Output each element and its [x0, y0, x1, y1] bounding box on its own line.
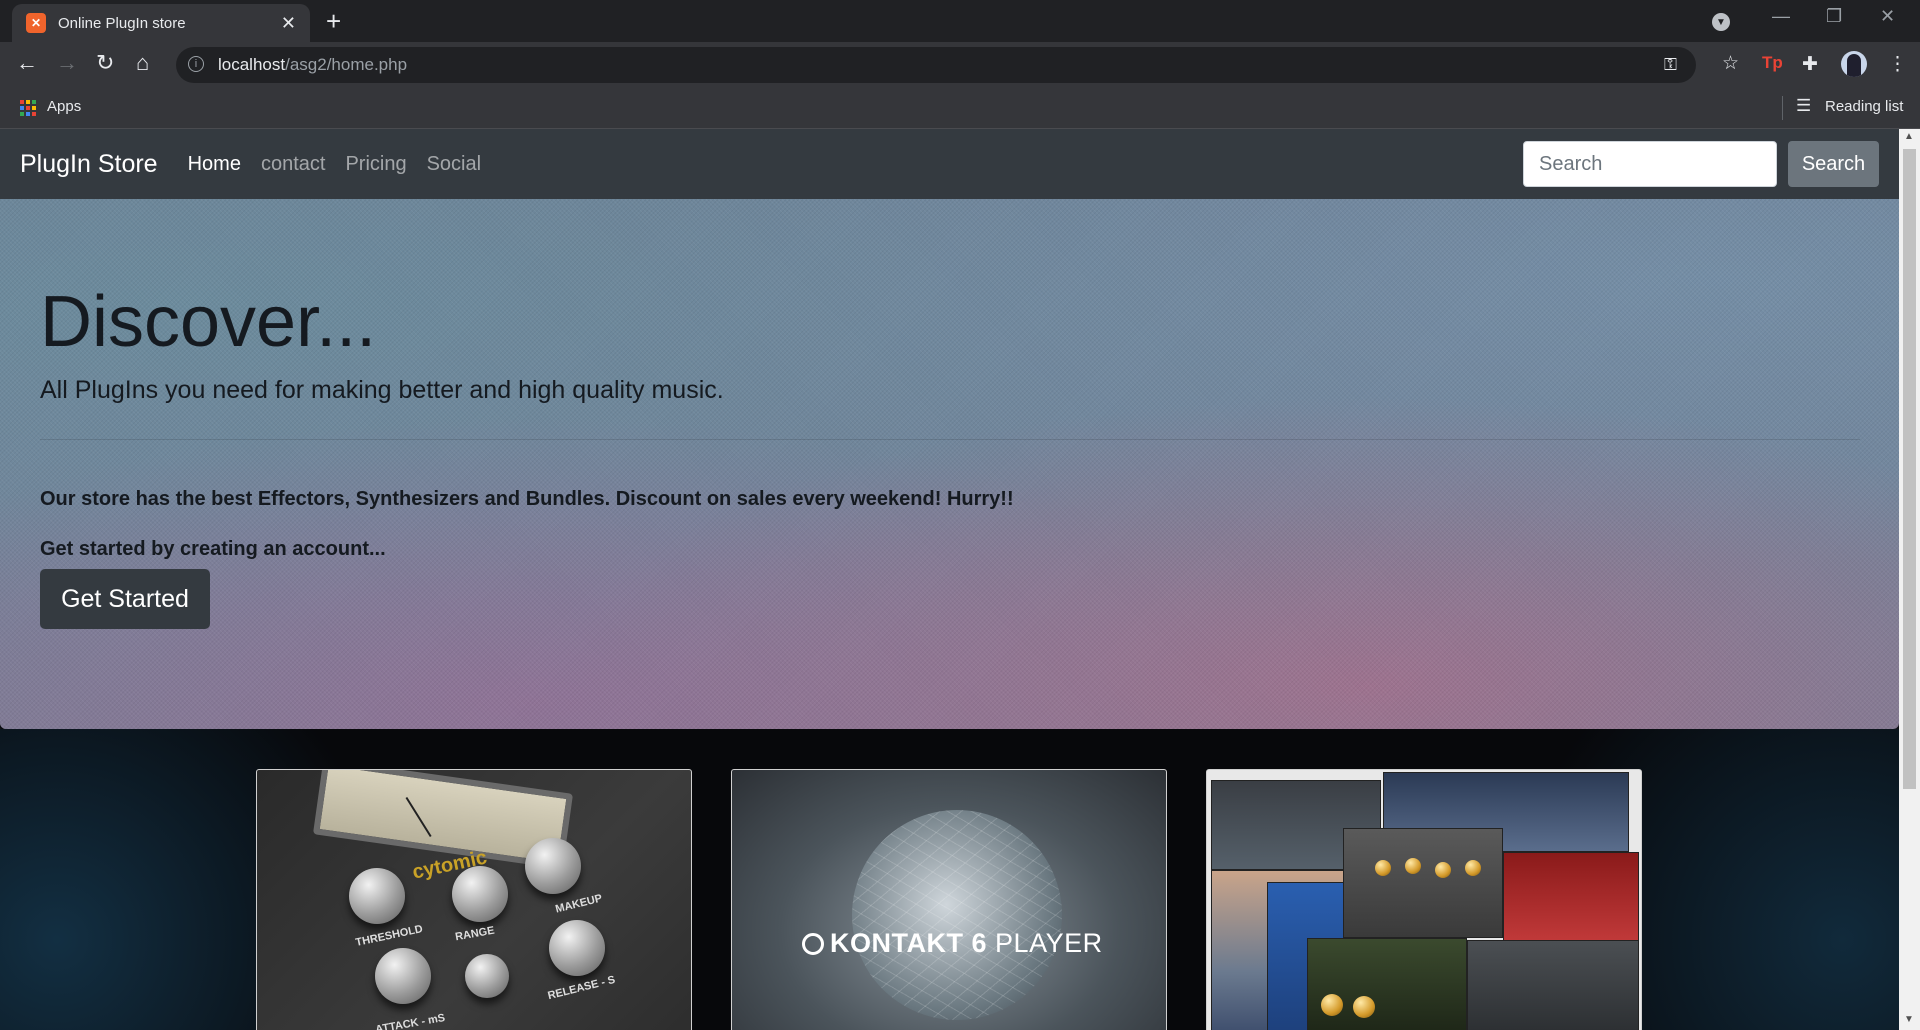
address-bar[interactable]: i localhost/asg2/home.php ⚿ ☆: [176, 47, 1739, 83]
page-viewport: PlugIn Store Home contact Pricing Social…: [0, 129, 1899, 1030]
bookmark-separator: [1782, 96, 1783, 120]
back-icon[interactable]: ←: [16, 50, 38, 76]
reload-icon[interactable]: ↻: [96, 50, 114, 76]
plugin-knob: [1321, 994, 1343, 1016]
bookmarks-bar: Apps ☰ Reading list: [0, 88, 1920, 129]
range-knob: [452, 866, 508, 922]
minimize-icon[interactable]: —: [1772, 6, 1790, 27]
ratio-knob: [465, 954, 509, 998]
product-cards-section: cytomic THRESHOLD RANGE MAKEUP ATTACK - …: [0, 729, 1899, 1030]
bookmark-star-icon[interactable]: ☆: [1722, 52, 1739, 75]
release-label: RELEASE - S: [546, 973, 617, 1003]
reading-list-icon[interactable]: ☰: [1796, 96, 1811, 116]
forward-icon[interactable]: →: [56, 50, 78, 76]
hero-title: Discover...: [40, 282, 377, 362]
browser-menu-icon[interactable]: ⋮: [1888, 53, 1907, 76]
navbar-brand[interactable]: PlugIn Store: [20, 150, 158, 179]
scroll-down-icon[interactable]: ▼: [1904, 1014, 1914, 1025]
site-info-icon[interactable]: i: [188, 56, 204, 72]
url-text: localhost/asg2/home.php: [218, 55, 408, 74]
nav-link-home[interactable]: Home: [188, 153, 241, 176]
scroll-up-icon[interactable]: ▲: [1904, 131, 1914, 142]
range-label: RANGE: [454, 924, 496, 944]
plugin-panel: [1307, 938, 1467, 1030]
browser-toolbar: ← → ↻ ⌂ i localhost/asg2/home.php ⚿ ☆ Tp…: [0, 42, 1920, 88]
product-card-bundle[interactable]: [1206, 769, 1642, 1030]
search-input[interactable]: [1523, 141, 1777, 187]
kontakt-globe-image: [852, 810, 1062, 1020]
hero-jumbotron: Discover... All PlugIns you need for mak…: [0, 199, 1899, 729]
threshold-knob: [349, 868, 405, 924]
nav-link-social[interactable]: Social: [427, 153, 481, 176]
get-started-button[interactable]: Get Started: [40, 569, 210, 629]
key-icon[interactable]: ⚿: [1664, 55, 1677, 75]
kontakt-logo: KONTAKT 6 PLAYER: [802, 928, 1103, 959]
window-close-icon[interactable]: ✕: [1880, 6, 1895, 27]
plugin-panel: [1503, 852, 1639, 944]
scrollbar-thumb[interactable]: [1903, 149, 1916, 789]
hero-promo-text: Our store has the best Effectors, Synthe…: [40, 488, 1014, 510]
hero-divider: [40, 439, 1860, 440]
plugin-panel: [1343, 828, 1503, 938]
extensions-puzzle-icon[interactable]: ✚: [1802, 53, 1818, 76]
search-button[interactable]: Search: [1788, 141, 1879, 187]
tab-search-icon[interactable]: ▼: [1712, 13, 1730, 31]
product-card-compressor[interactable]: cytomic THRESHOLD RANGE MAKEUP ATTACK - …: [256, 769, 692, 1030]
attack-label: ATTACK - mS: [374, 1011, 446, 1030]
product-card-kontakt[interactable]: KONTAKT 6 PLAYER: [731, 769, 1167, 1030]
makeup-knob: [525, 838, 581, 894]
close-tab-icon[interactable]: ✕: [281, 13, 296, 34]
plugin-knob: [1465, 860, 1481, 876]
apps-bookmark[interactable]: Apps: [47, 98, 81, 115]
page-scrollbar[interactable]: ▲ ▼: [1899, 129, 1920, 1030]
plugin-knob: [1375, 860, 1391, 876]
plugin-knob: [1435, 862, 1451, 878]
restore-icon[interactable]: ❐: [1826, 6, 1842, 27]
plugin-knob: [1405, 858, 1421, 874]
nav-link-contact[interactable]: contact: [261, 153, 325, 176]
native-instruments-icon: [802, 933, 824, 955]
tab-title: Online PlugIn store: [58, 14, 186, 32]
reading-list-button[interactable]: Reading list: [1825, 98, 1903, 115]
hero-lead: All PlugIns you need for making better a…: [40, 376, 724, 404]
home-icon[interactable]: ⌂: [136, 50, 149, 76]
threshold-label: THRESHOLD: [354, 923, 424, 949]
new-tab-icon[interactable]: +: [326, 6, 341, 37]
attack-knob: [375, 948, 431, 1004]
profile-avatar[interactable]: [1841, 51, 1867, 77]
plugin-knob: [1353, 996, 1375, 1018]
nav-link-pricing[interactable]: Pricing: [345, 153, 406, 176]
hero-cta-text: Get started by creating an account...: [40, 538, 386, 560]
browser-tab-strip: ✕ Online PlugIn store ✕ + ▼ — ❐ ✕: [0, 0, 1920, 42]
browser-tab[interactable]: ✕ Online PlugIn store ✕: [12, 4, 310, 42]
release-knob: [549, 920, 605, 976]
makeup-label: MAKEUP: [554, 892, 604, 916]
extension-tp-icon[interactable]: Tp: [1762, 53, 1783, 73]
site-navbar: PlugIn Store Home contact Pricing Social…: [0, 129, 1899, 199]
plugin-panel: [1467, 940, 1639, 1030]
xampp-icon: ✕: [26, 13, 46, 33]
apps-grid-icon[interactable]: [20, 100, 36, 116]
